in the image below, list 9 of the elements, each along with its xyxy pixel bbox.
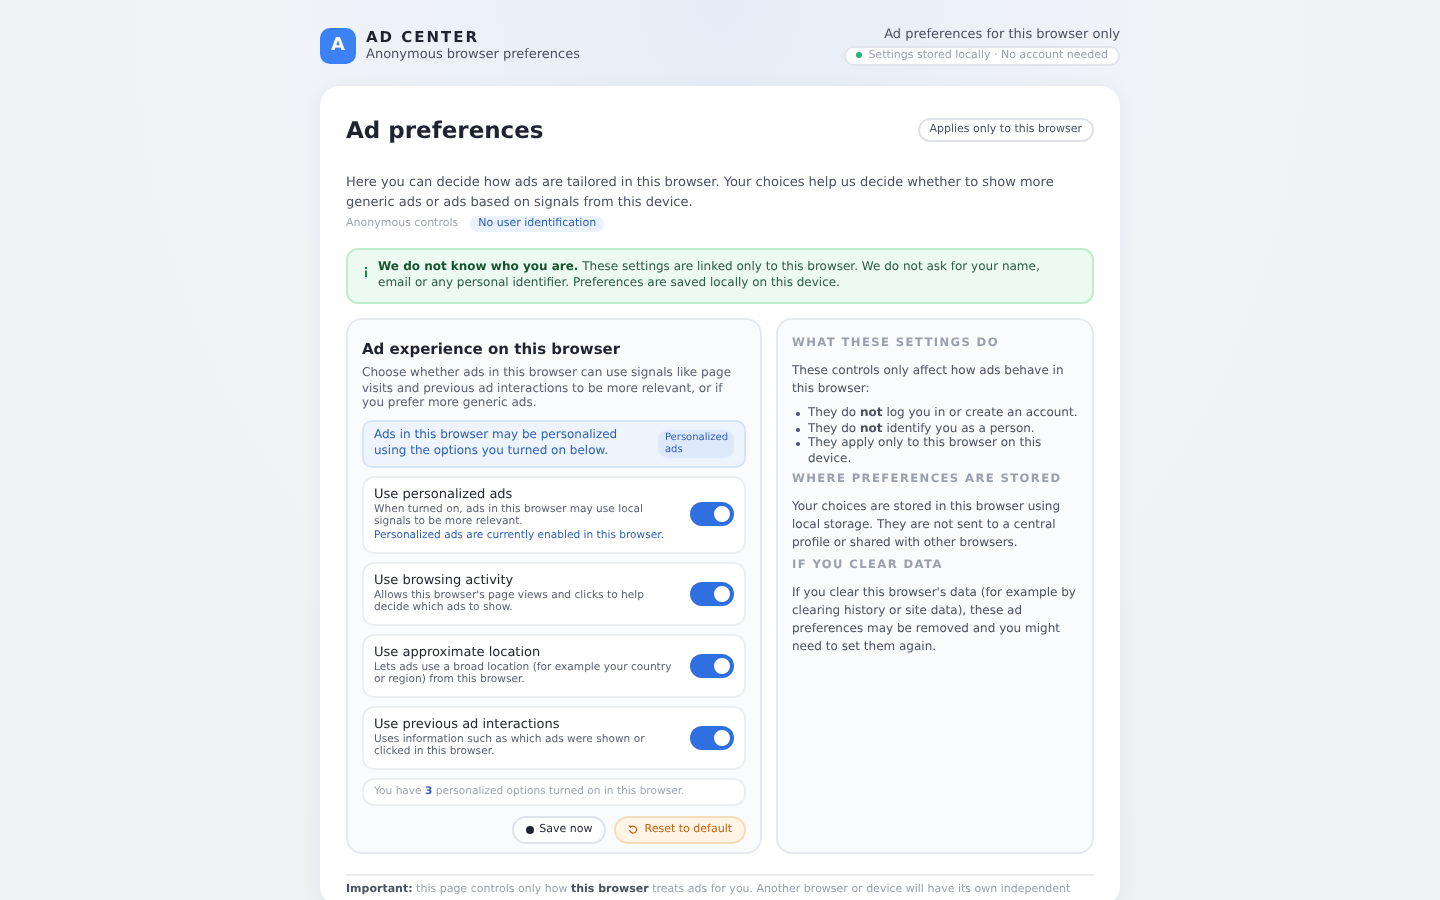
reset-icon — [628, 824, 639, 834]
toggle-switch[interactable] — [690, 653, 734, 677]
page-title: Ad preferences — [346, 116, 544, 144]
dot-icon — [525, 825, 534, 833]
status-dot-icon — [856, 52, 863, 58]
toggle-switch[interactable] — [690, 502, 734, 526]
toggle-switch[interactable] — [690, 581, 734, 605]
logo-badge: A — [320, 27, 356, 63]
toggle-switch[interactable] — [690, 725, 734, 749]
